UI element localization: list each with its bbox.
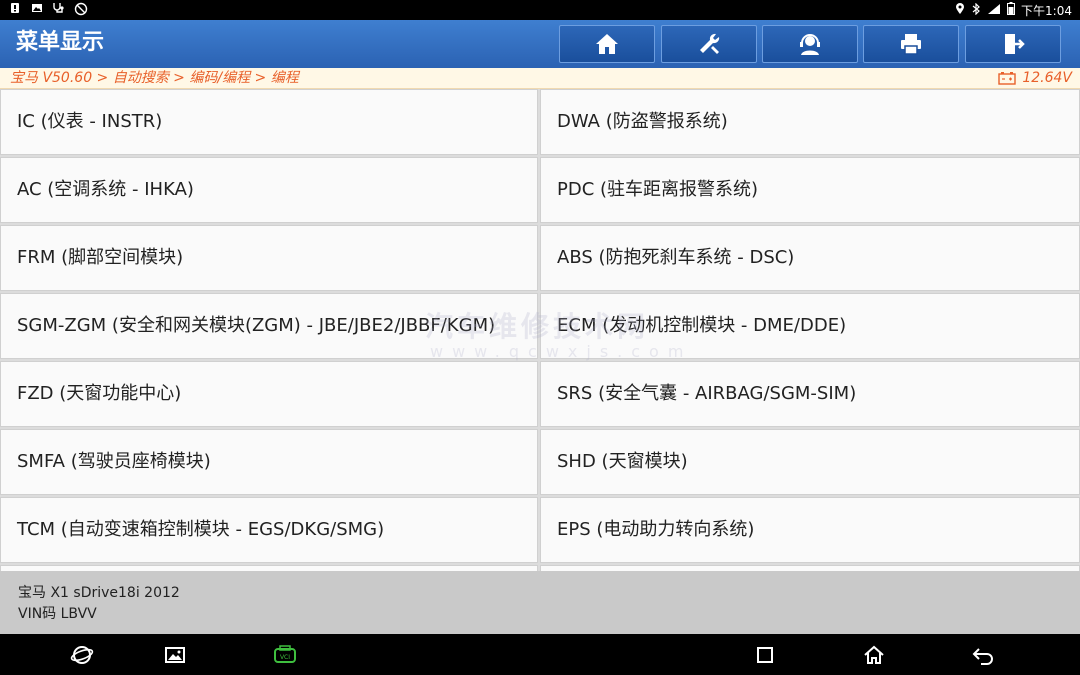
signal-icon — [987, 3, 1001, 19]
no-disturb-icon — [74, 2, 88, 16]
stethoscope-icon — [52, 2, 66, 16]
breadcrumb-bar: 宝马 V50.60 > 自动搜索 > 编码/编程 > 编程 12.64V — [0, 68, 1080, 89]
menu-item-shd[interactable]: SHD (天窗模块) — [540, 429, 1080, 495]
home-icon — [596, 34, 618, 54]
back-icon — [972, 648, 993, 665]
recent-apps-icon — [757, 647, 773, 663]
android-home-button[interactable] — [861, 642, 887, 668]
menu-item-pdc[interactable]: PDC (驻车距离报警系统) — [540, 157, 1080, 223]
menu-item-abs[interactable]: ABS (防抱死刹车系统 - DSC) — [540, 225, 1080, 291]
voltage-indicator: 12.64V — [998, 69, 1072, 87]
menu-item-eps[interactable]: EPS (电动助力转向系统) — [540, 497, 1080, 563]
menu-item-ic[interactable]: IC (仪表 - INSTR) — [0, 89, 538, 155]
exit-icon — [1005, 34, 1025, 54]
menu-grid: IC (仪表 - INSTR) DWA (防盗警报系统) AC (空调系统 - … — [0, 89, 1080, 571]
svg-text:VCI: VCI — [280, 654, 290, 661]
vehicle-info-panel: 宝马 X1 sDrive18i 2012 VIN码 LBVV — [0, 571, 1080, 634]
clock-time: 下午1:04 — [1021, 3, 1072, 18]
menu-item-ecm[interactable]: ECM (发动机控制模块 - DME/DDE) — [540, 293, 1080, 359]
location-icon — [955, 2, 965, 19]
vehicle-model: 宝马 X1 sDrive18i 2012 — [18, 585, 180, 601]
menu-item-tcm[interactable]: TCM (自动变速箱控制模块 - EGS/DKG/SMG) — [0, 497, 538, 563]
headset-icon — [800, 34, 820, 55]
tools-icon — [700, 33, 720, 54]
printer-icon — [901, 34, 921, 55]
battery-icon — [1007, 2, 1016, 19]
status-bar: 下午1:04 — [0, 0, 1080, 20]
home-button[interactable] — [559, 25, 655, 63]
menu-item-sgm-zgm[interactable]: SGM-ZGM (安全和网关模块(ZGM) - JBE/JBE2/JBBF/KG… — [0, 293, 538, 359]
diagnose-tools-button[interactable] — [661, 25, 757, 63]
menu-item-srs[interactable]: SRS (安全气囊 - AIRBAG/SGM-SIM) — [540, 361, 1080, 427]
voltage-value: 12.64V — [1022, 70, 1072, 86]
bluetooth-icon — [971, 2, 981, 19]
exit-button[interactable] — [965, 25, 1061, 63]
vci-button[interactable]: VCI — [272, 642, 298, 668]
menu-item-dwa[interactable]: DWA (防盗警报系统) — [540, 89, 1080, 155]
alert-icon — [8, 2, 22, 16]
browser-button[interactable] — [69, 642, 95, 668]
battery-voltage-icon — [998, 72, 1017, 85]
support-button[interactable] — [762, 25, 858, 63]
page-title: 菜单显示 — [16, 30, 105, 55]
navigation-bar: VCI — [0, 634, 1080, 675]
app-header: 菜单显示 — [0, 20, 1080, 68]
menu-item-fzd[interactable]: FZD (天窗功能中心) — [0, 361, 538, 427]
gallery-button[interactable] — [162, 642, 188, 668]
print-button[interactable] — [863, 25, 959, 63]
recent-apps-button[interactable] — [752, 642, 778, 668]
back-button[interactable] — [970, 642, 996, 668]
browser-icon — [70, 646, 94, 664]
image-icon — [30, 2, 44, 16]
home-outline-icon — [864, 645, 884, 664]
menu-item-frm[interactable]: FRM (脚部空间模块) — [0, 225, 538, 291]
breadcrumb: 宝马 V50.60 > 自动搜索 > 编码/编程 > 编程 — [10, 70, 299, 86]
gallery-icon — [165, 647, 185, 663]
vehicle-vin: VIN码 LBVV — [18, 606, 97, 622]
vci-icon: VCI — [274, 645, 296, 663]
menu-item-ac[interactable]: AC (空调系统 - IHKA) — [0, 157, 538, 223]
menu-item-smfa[interactable]: SMFA (驾驶员座椅模块) — [0, 429, 538, 495]
